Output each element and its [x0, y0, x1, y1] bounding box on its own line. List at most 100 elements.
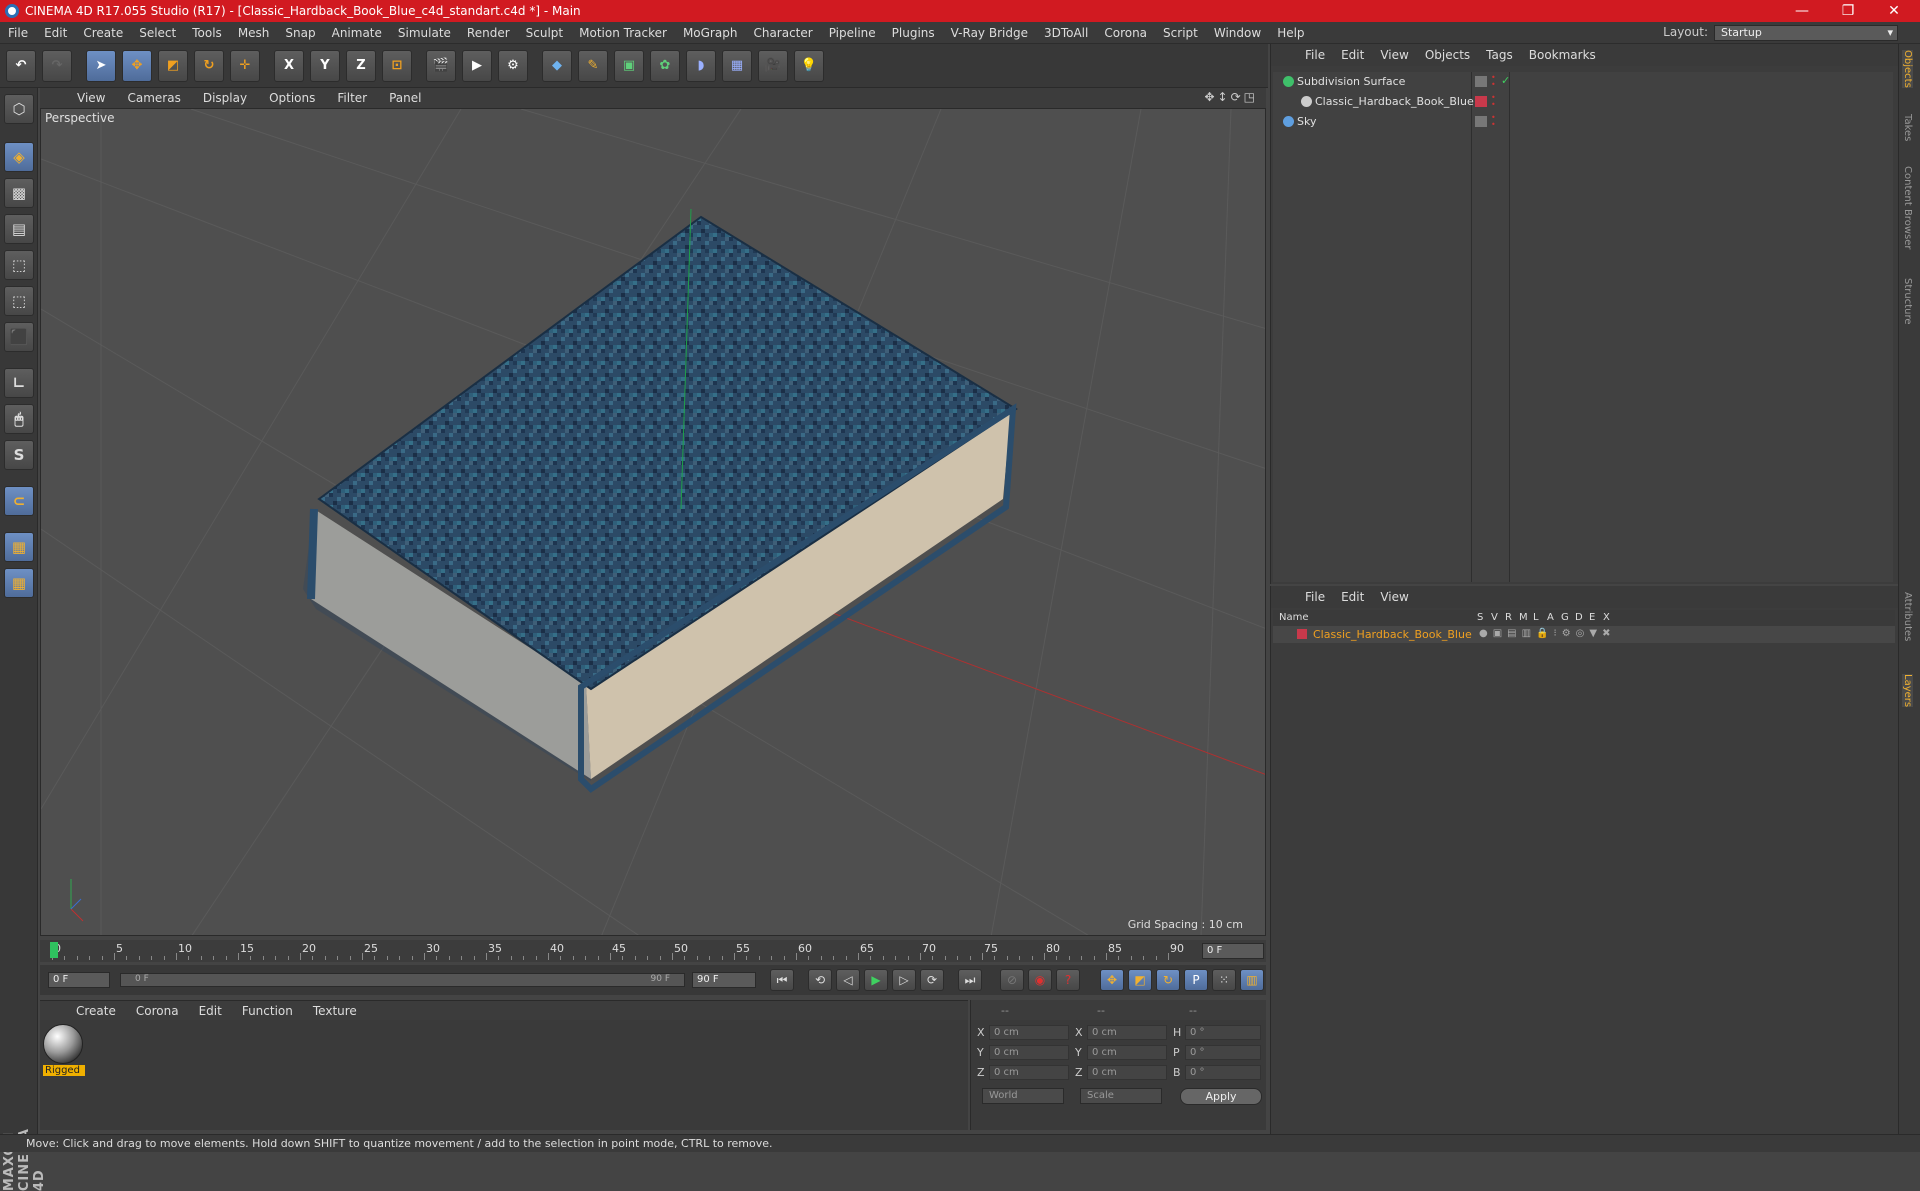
- model-mode-icon[interactable]: ◈: [4, 142, 34, 172]
- move-tool-icon[interactable]: ✥: [122, 49, 152, 82]
- layer-name[interactable]: Classic_Hardback_Book_Blue: [1313, 628, 1472, 641]
- timeline-window-icon[interactable]: ▥: [1240, 969, 1264, 991]
- layer-color-swatch[interactable]: [1297, 629, 1307, 639]
- menu-item-script[interactable]: Script: [1155, 26, 1206, 40]
- side-tab-content-browser[interactable]: Content Browser: [1902, 166, 1913, 249]
- menu-item-character[interactable]: Character: [745, 26, 820, 40]
- viewport-menu-display[interactable]: Display: [192, 91, 258, 105]
- key-position-icon[interactable]: ✥: [1100, 969, 1124, 991]
- viewport-menu-panel[interactable]: Panel: [378, 91, 432, 105]
- object-menu-view[interactable]: View: [1372, 48, 1416, 62]
- layer-menu-edit[interactable]: Edit: [1333, 590, 1372, 604]
- side-tab-layers[interactable]: Layers: [1902, 674, 1913, 708]
- polygons-mode-icon[interactable]: ⬛: [4, 322, 34, 352]
- object-row[interactable]: Subdivision Surface • • ✓: [1273, 72, 1893, 91]
- snap-icon[interactable]: S: [4, 440, 34, 470]
- rotate-tool-icon[interactable]: ↻: [194, 49, 224, 82]
- menu-item-3dtoall[interactable]: 3DToAll: [1036, 26, 1096, 40]
- layer-col-x[interactable]: X: [1603, 612, 1610, 623]
- tweak-mode-icon[interactable]: 🖱: [4, 404, 34, 434]
- side-tab-objects[interactable]: Objects: [1902, 50, 1913, 88]
- layer-col-d[interactable]: D: [1575, 612, 1583, 623]
- viewport-nav-icons[interactable]: ✥↕⟳◳: [1204, 90, 1258, 104]
- menu-item-snap[interactable]: Snap: [277, 26, 323, 40]
- side-tab-structure[interactable]: Structure: [1902, 278, 1913, 325]
- viewport-menu-filter[interactable]: Filter: [326, 91, 378, 105]
- object-render-dots[interactable]: • •: [1491, 94, 1496, 109]
- rotation-field[interactable]: 0 °: [1185, 1025, 1261, 1040]
- deformer-icon[interactable]: ◗: [686, 49, 716, 82]
- menu-item-motion-tracker[interactable]: Motion Tracker: [571, 26, 675, 40]
- menu-item-edit[interactable]: Edit: [36, 26, 75, 40]
- size-field[interactable]: 0 cm: [1087, 1065, 1167, 1080]
- side-tab-takes[interactable]: Takes: [1902, 114, 1913, 141]
- goto-end-icon[interactable]: ⏭: [958, 969, 982, 991]
- object-menu-tags[interactable]: Tags: [1478, 48, 1521, 62]
- layer-col-g[interactable]: G: [1561, 612, 1569, 623]
- object-visibility-flags[interactable]: [1475, 96, 1487, 107]
- position-field[interactable]: 0 cm: [989, 1045, 1069, 1060]
- object-menu-bookmarks[interactable]: Bookmarks: [1521, 48, 1604, 62]
- playhead-marker[interactable]: [50, 942, 58, 958]
- transform-tool-icon[interactable]: ✛: [230, 49, 260, 82]
- y-axis-lock-button[interactable]: Y: [310, 49, 340, 82]
- coordinate-space-dropdown[interactable]: World: [982, 1088, 1064, 1104]
- menu-item-help[interactable]: Help: [1269, 26, 1312, 40]
- viewport-menu-cameras[interactable]: Cameras: [116, 91, 191, 105]
- axis-mode-icon[interactable]: ∟: [4, 368, 34, 398]
- maximize-button[interactable]: ❐: [1826, 0, 1870, 22]
- selection-tool-icon[interactable]: ➤: [86, 49, 116, 82]
- object-menu-objects[interactable]: Objects: [1417, 48, 1478, 62]
- menu-item-select[interactable]: Select: [131, 26, 184, 40]
- viewport-menu-options[interactable]: Options: [258, 91, 326, 105]
- x-axis-lock-button[interactable]: X: [274, 49, 304, 82]
- layer-col-m[interactable]: M: [1519, 612, 1528, 623]
- goto-start-icon[interactable]: ⏮: [770, 969, 794, 991]
- prev-frame-icon[interactable]: ◁: [836, 969, 860, 991]
- record-keys-icon[interactable]: ⊘: [1000, 969, 1024, 991]
- layer-menu-file[interactable]: File: [1297, 590, 1333, 604]
- position-field[interactable]: 0 cm: [989, 1065, 1069, 1080]
- key-rotation-icon[interactable]: ↻: [1156, 969, 1180, 991]
- keyframe-help-icon[interactable]: ?: [1056, 969, 1080, 991]
- light-icon[interactable]: 💡: [794, 49, 824, 82]
- coordinate-system-icon[interactable]: ⊡: [382, 49, 412, 82]
- menu-item-v-ray-bridge[interactable]: V-Ray Bridge: [943, 26, 1036, 40]
- material-name[interactable]: Rigged: [43, 1065, 85, 1076]
- magnet-icon[interactable]: ⊂: [4, 486, 34, 516]
- object-name[interactable]: Classic_Hardback_Book_Blue: [1315, 95, 1474, 108]
- position-field[interactable]: 0 cm: [989, 1025, 1069, 1040]
- preview-range-slider[interactable]: 0 F 90 F: [120, 973, 685, 987]
- object-visibility-flags[interactable]: [1475, 76, 1487, 87]
- cloner-icon[interactable]: ✿: [650, 49, 680, 82]
- layer-row[interactable]: Classic_Hardback_Book_Blue ●▣▤▥🔒⁝⚙◎▼✖: [1273, 626, 1895, 643]
- menu-item-pipeline[interactable]: Pipeline: [821, 26, 884, 40]
- menu-item-plugins[interactable]: Plugins: [884, 26, 943, 40]
- workplane-mode-icon[interactable]: ▤: [4, 214, 34, 244]
- planar-workplane-icon[interactable]: ▦: [4, 568, 34, 598]
- object-render-dots[interactable]: • •: [1491, 114, 1496, 129]
- object-visibility-flags[interactable]: [1475, 116, 1487, 127]
- subdivision-surface-icon[interactable]: ▣: [614, 49, 644, 82]
- pen-spline-icon[interactable]: ✎: [578, 49, 608, 82]
- make-editable-icon[interactable]: ⬡: [4, 94, 34, 124]
- menu-item-file[interactable]: File: [0, 26, 36, 40]
- menu-item-corona[interactable]: Corona: [1096, 26, 1155, 40]
- points-mode-icon[interactable]: ⬚: [4, 250, 34, 280]
- layer-col-s[interactable]: S: [1477, 612, 1483, 623]
- object-render-dots[interactable]: • •: [1491, 74, 1496, 89]
- texture-mode-icon[interactable]: ▩: [4, 178, 34, 208]
- timeline-ticks[interactable]: 051015202530354045505560657075808590: [50, 940, 1196, 962]
- perspective-viewport[interactable]: Perspective Grid Spacing : 10 cm: [40, 108, 1266, 936]
- material-menu-function[interactable]: Function: [232, 1004, 303, 1018]
- floor-icon[interactable]: ▦: [722, 49, 752, 82]
- scale-tool-icon[interactable]: ◩: [158, 49, 188, 82]
- size-field[interactable]: 0 cm: [1087, 1025, 1167, 1040]
- edges-mode-icon[interactable]: ⬚: [4, 286, 34, 316]
- minimize-button[interactable]: —: [1780, 0, 1824, 22]
- current-frame-field[interactable]: 0 F: [1202, 943, 1264, 959]
- layer-col-v[interactable]: V: [1491, 612, 1498, 623]
- material-menu-edit[interactable]: Edit: [189, 1004, 232, 1018]
- object-name[interactable]: Subdivision Surface: [1297, 75, 1405, 88]
- material-menu-texture[interactable]: Texture: [303, 1004, 367, 1018]
